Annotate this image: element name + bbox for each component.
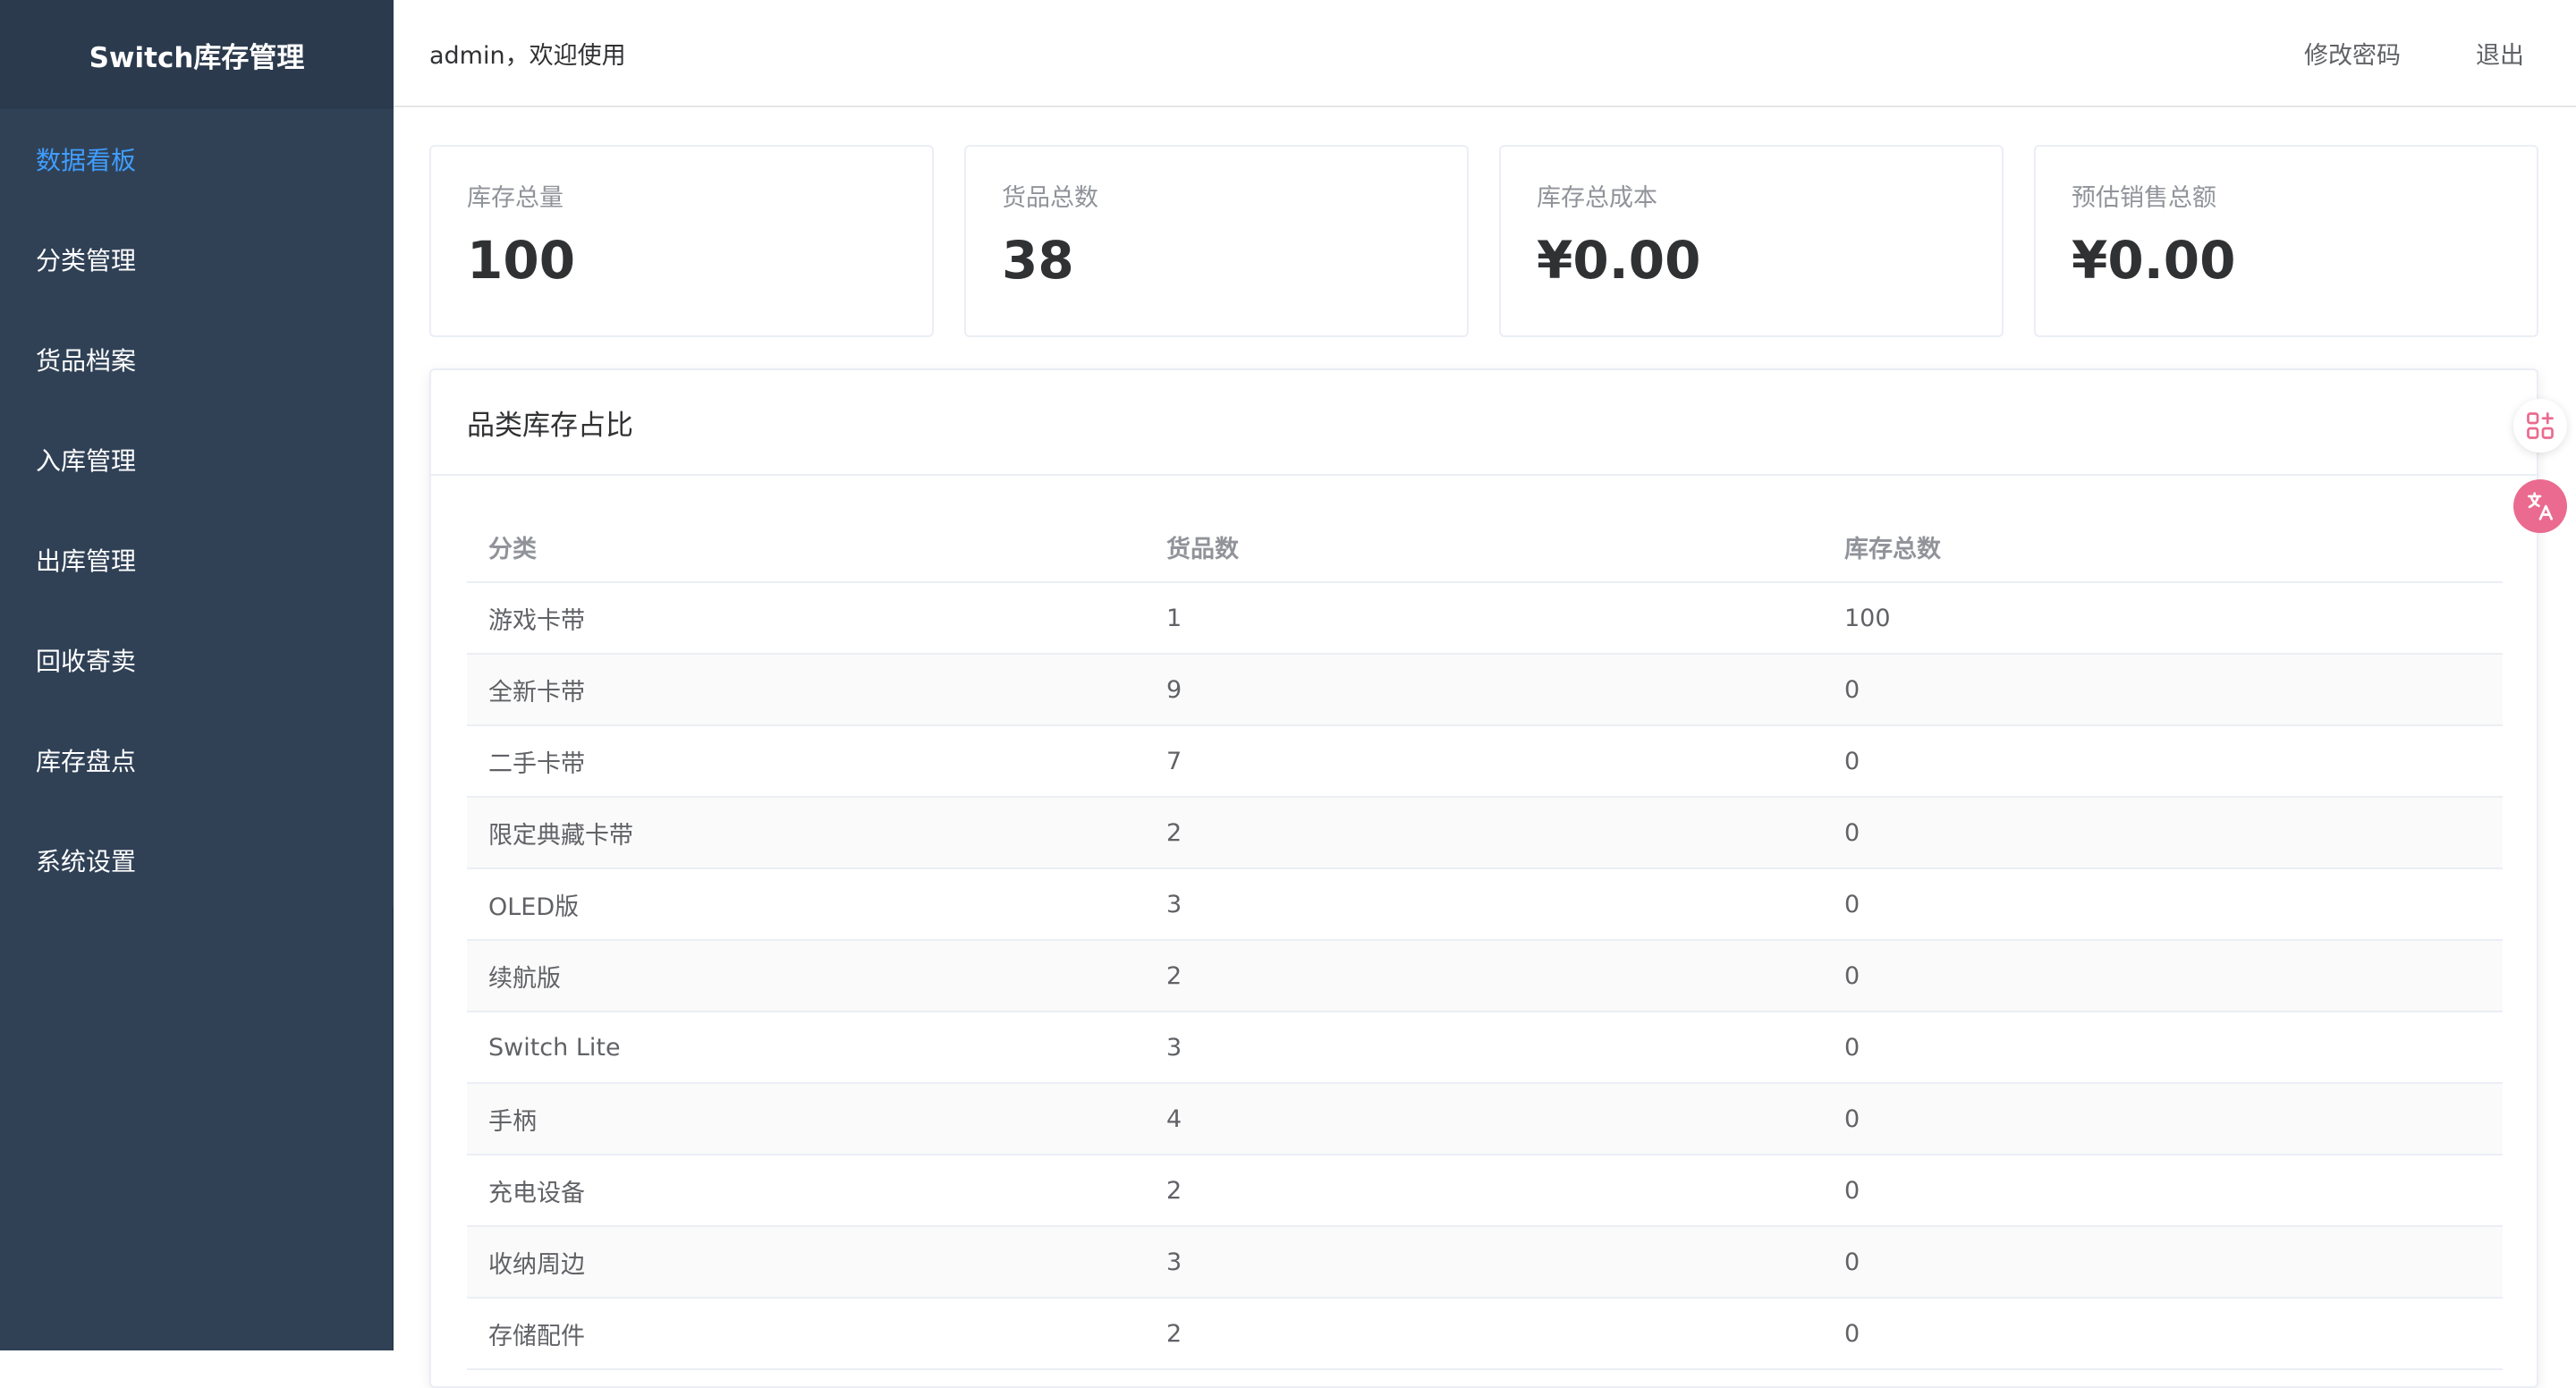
cell-stock-total: 0 [1844, 961, 1860, 990]
sidebar-item-inbound[interactable]: 入库管理 [0, 410, 394, 510]
cell-category: 收纳周边 [488, 1250, 585, 1279]
table-row: 收纳周边 3 0 [467, 1227, 2503, 1299]
category-stock-table: 分类 货品数 库存总数 游戏卡带 1 100 全新卡带 9 0 二手卡带 7 0… [467, 512, 2503, 1370]
cell-stock-total: 100 [1844, 604, 1891, 632]
cell-stock-total: 0 [1844, 818, 1860, 847]
stat-value: 38 [1002, 230, 1074, 291]
translate-button[interactable] [2513, 479, 2567, 533]
change-password-link[interactable]: 修改密码 [2304, 36, 2401, 71]
stat-card-total-cost: 库存总成本 ¥0.00 [1499, 145, 2004, 337]
translate-icon [2527, 492, 2554, 520]
cell-stock-total: 0 [1844, 1033, 1860, 1062]
cell-product-count: 3 [1166, 1033, 1182, 1062]
sidebar-item-recycle-consign[interactable]: 回收寄卖 [0, 610, 394, 710]
table-row: 存储配件 2 0 [467, 1299, 2503, 1370]
stat-label: 库存总成本 [1537, 184, 1657, 212]
table-row: 二手卡带 7 0 [467, 726, 2503, 798]
cell-category: Switch Lite [488, 1033, 621, 1062]
sidebar-nav: 数据看板 分类管理 货品档案 入库管理 出库管理 回收寄卖 库存盘点 系统设置 [0, 109, 394, 910]
table-row: Switch Lite 3 0 [467, 1012, 2503, 1084]
cell-product-count: 3 [1166, 890, 1182, 918]
table-row: 限定典藏卡带 2 0 [467, 798, 2503, 869]
apps-plus-button[interactable] [2513, 399, 2567, 453]
cell-category: OLED版 [488, 893, 580, 921]
cell-stock-total: 0 [1844, 1248, 1860, 1276]
cell-product-count: 2 [1166, 1176, 1182, 1205]
cell-category: 二手卡带 [488, 749, 585, 778]
cell-stock-total: 0 [1844, 1176, 1860, 1205]
table-row: 手柄 4 0 [467, 1084, 2503, 1155]
table-row: 全新卡带 9 0 [467, 655, 2503, 726]
apps-plus-icon [2527, 412, 2554, 439]
stat-card-total-stock: 库存总量 100 [429, 145, 934, 337]
column-header-product-count: 货品数 [1166, 535, 1239, 563]
panel-title: 品类库存占比 [431, 370, 2537, 476]
stat-card-product-count: 货品总数 38 [964, 145, 1469, 337]
cell-category: 限定典藏卡带 [488, 821, 633, 850]
cell-stock-total: 0 [1844, 1319, 1860, 1348]
main-content: 库存总量 100 货品总数 38 库存总成本 ¥0.00 预估销售总额 ¥0.0… [394, 107, 2576, 1388]
sidebar-item-settings[interactable]: 系统设置 [0, 810, 394, 910]
category-stock-panel: 品类库存占比 分类 货品数 库存总数 游戏卡带 1 100 全新卡带 9 0 二… [429, 368, 2538, 1388]
top-bar: admin，欢迎使用 修改密码 退出 [394, 0, 2576, 107]
cell-stock-total: 0 [1844, 747, 1860, 775]
table-header-row: 分类 货品数 库存总数 [467, 512, 2503, 583]
header-actions: 修改密码 退出 [2229, 36, 2576, 71]
cell-product-count: 2 [1166, 1319, 1182, 1348]
cell-product-count: 7 [1166, 747, 1182, 775]
stat-value: ¥0.00 [1537, 230, 1701, 291]
column-header-stock-total: 库存总数 [1844, 535, 1941, 563]
cell-category: 全新卡带 [488, 678, 585, 707]
column-header-category: 分类 [488, 535, 537, 563]
stat-value: 100 [467, 230, 576, 291]
cell-product-count: 9 [1166, 675, 1182, 704]
cell-product-count: 4 [1166, 1104, 1182, 1133]
sidebar-item-outbound[interactable]: 出库管理 [0, 510, 394, 610]
cell-stock-total: 0 [1844, 890, 1860, 918]
cell-product-count: 1 [1166, 604, 1182, 632]
app-title: Switch库存管理 [0, 0, 394, 109]
stat-label: 预估销售总额 [2072, 184, 2216, 212]
sidebar-item-categories[interactable]: 分类管理 [0, 209, 394, 309]
cell-category: 续航版 [488, 964, 561, 993]
cell-stock-total: 0 [1844, 675, 1860, 704]
sidebar: Switch库存管理 数据看板 分类管理 货品档案 入库管理 出库管理 回收寄卖… [0, 0, 394, 1350]
cell-category: 存储配件 [488, 1322, 585, 1350]
table-row: 续航版 2 0 [467, 941, 2503, 1012]
welcome-text: admin，欢迎使用 [429, 41, 626, 70]
stat-label: 货品总数 [1002, 184, 1098, 212]
cell-product-count: 2 [1166, 818, 1182, 847]
cell-product-count: 2 [1166, 961, 1182, 990]
sidebar-item-products[interactable]: 货品档案 [0, 309, 394, 410]
sidebar-item-stocktake[interactable]: 库存盘点 [0, 710, 394, 810]
table-row: 游戏卡带 1 100 [467, 583, 2503, 655]
cell-category: 充电设备 [488, 1179, 585, 1207]
stat-card-estimated-sales: 预估销售总额 ¥0.00 [2034, 145, 2538, 337]
cell-category: 游戏卡带 [488, 606, 585, 635]
stat-label: 库存总量 [467, 184, 564, 212]
cell-stock-total: 0 [1844, 1104, 1860, 1133]
stat-value: ¥0.00 [2072, 230, 2236, 291]
logout-link[interactable]: 退出 [2476, 36, 2524, 71]
sidebar-item-dashboard[interactable]: 数据看板 [0, 109, 394, 209]
table-row: 充电设备 2 0 [467, 1155, 2503, 1227]
table-row: OLED版 3 0 [467, 869, 2503, 941]
cell-category: 手柄 [488, 1107, 537, 1136]
cell-product-count: 3 [1166, 1248, 1182, 1276]
